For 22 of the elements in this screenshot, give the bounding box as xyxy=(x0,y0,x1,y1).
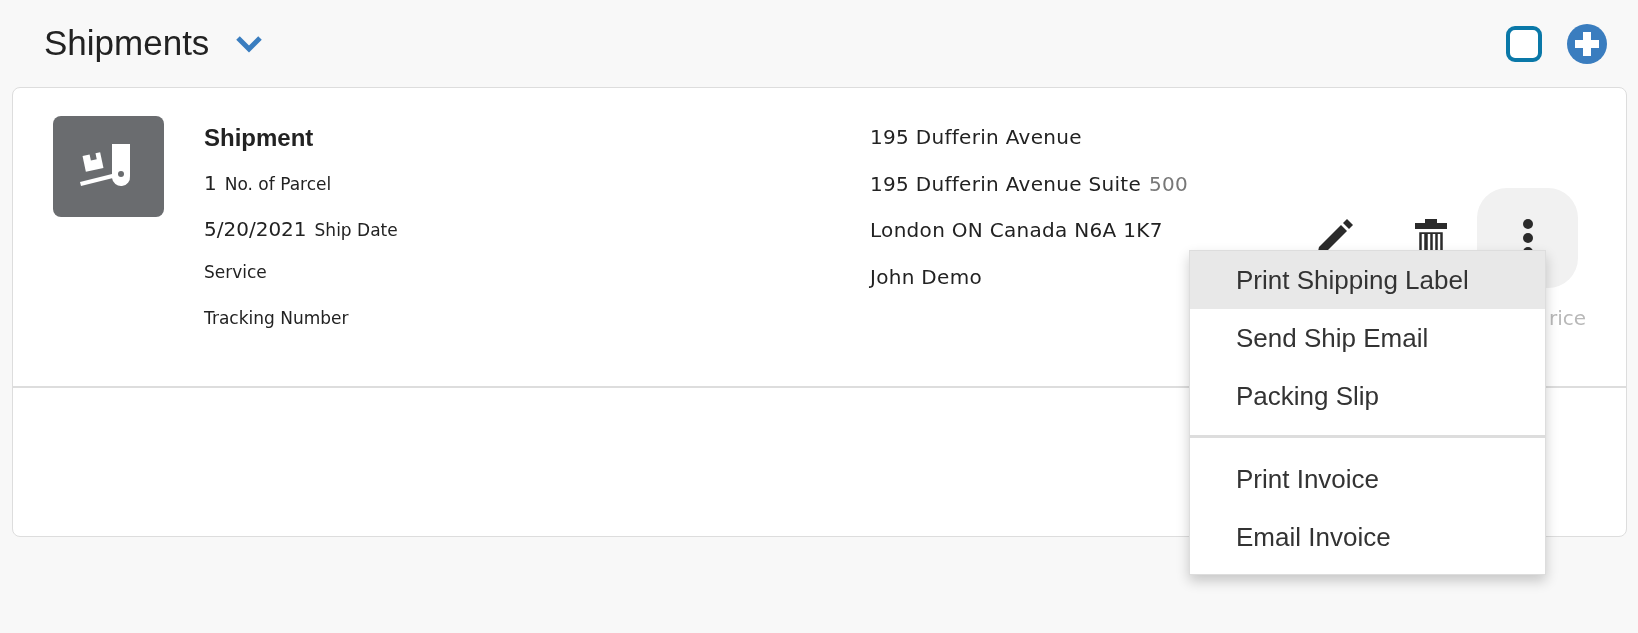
address-line: John Demo xyxy=(870,263,982,291)
detail-label: No. of Parcel xyxy=(224,173,332,196)
detail-value: 5/20/2021 xyxy=(204,216,307,243)
detail-label: Ship Date xyxy=(314,219,398,242)
shipment-title: Shipment xyxy=(204,123,315,153)
detail-value: 1 xyxy=(204,170,217,197)
menu-item[interactable]: Send Ship Email xyxy=(1190,309,1545,367)
chevron-icon[interactable] xyxy=(235,34,264,53)
select-all-checkbox[interactable] xyxy=(1506,25,1542,62)
menu-item[interactable]: Packing Slip xyxy=(1190,367,1545,425)
add-icon[interactable] xyxy=(1566,22,1608,65)
address-line: 195 Dufferin Avenue xyxy=(870,124,1082,151)
address-line: 195 Dufferin Avenue Suite xyxy=(870,170,1142,198)
column-label: rice xyxy=(1549,305,1587,332)
menu-item[interactable]: Print Shipping Label xyxy=(1190,251,1545,309)
address-line: London ON Canada N6A 1K7 xyxy=(870,217,1163,244)
menu-item[interactable]: Print Invoice xyxy=(1190,450,1545,508)
detail-label: Tracking Number xyxy=(204,307,349,330)
detail-label: Service xyxy=(204,261,267,284)
page-title: Shipments xyxy=(44,22,210,65)
menu-item[interactable]: Email Invoice xyxy=(1190,508,1545,566)
suite-number: 500 xyxy=(1149,170,1189,198)
